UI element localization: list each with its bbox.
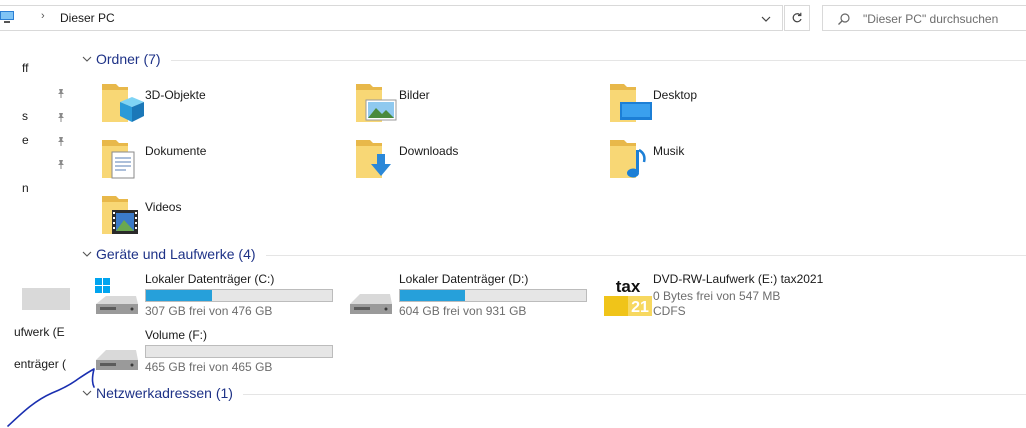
nav-item-5[interactable]: n: [22, 181, 29, 195]
folder-videos[interactable]: Videos: [78, 188, 328, 240]
refresh-button[interactable]: [784, 5, 810, 31]
address-bar-row: › Dieser PC "Dieser PC" durchsuchen: [0, 0, 1026, 36]
navigation-pane: ff s e n ufwerk (E enträger (: [0, 36, 78, 428]
pin-icon: [58, 137, 64, 146]
tax-disc-icon: tax 21: [604, 277, 652, 316]
nav-item-pinned-2[interactable]: s: [22, 109, 28, 123]
drive-f[interactable]: Volume (F:) 465 GB frei von 465 GB: [78, 328, 333, 380]
breadcrumb-current[interactable]: Dieser PC: [60, 11, 115, 25]
pin-icon: [58, 89, 64, 98]
videos-folder-icon: [102, 196, 138, 234]
group-divider: [242, 393, 1026, 395]
chevron-down-icon[interactable]: [81, 248, 93, 260]
drive-filesystem: CDFS: [653, 304, 686, 318]
folder-label: Desktop: [653, 88, 698, 102]
this-pc-icon: [0, 11, 14, 23]
folder-desktop[interactable]: Desktop: [586, 76, 836, 128]
group-header-network[interactable]: Netzwerkadressen (1): [78, 383, 1026, 403]
folder-3d-objects[interactable]: 3D-Objekte: [78, 76, 328, 128]
3d-objects-folder-icon: [102, 84, 144, 122]
folder-downloads[interactable]: Downloads: [332, 132, 582, 184]
folder-label: Musik: [653, 144, 685, 158]
content-pane: Ordner (7) 3D-Objekte Bilder Desktop Dok…: [78, 36, 1026, 428]
drive-name: Volume (F:): [145, 328, 208, 342]
group-divider: [170, 59, 1026, 61]
group-title: Ordner (7): [96, 51, 161, 67]
folder-label: Downloads: [399, 144, 459, 158]
music-folder-icon: [610, 140, 646, 178]
search-placeholder: "Dieser PC" durchsuchen: [863, 12, 999, 26]
drive-free-space: 604 GB frei von 931 GB: [399, 304, 527, 318]
group-divider: [265, 254, 1026, 256]
address-bar[interactable]: › Dieser PC: [0, 5, 783, 31]
folder-label: Videos: [145, 200, 182, 214]
chevron-down-icon[interactable]: [759, 13, 773, 25]
folder-documents[interactable]: Dokumente: [78, 132, 328, 184]
drive-free-space: 0 Bytes frei von 547 MB: [653, 289, 781, 303]
nav-item-dvd-drive[interactable]: ufwerk (E: [14, 325, 65, 339]
drive-d[interactable]: Lokaler Datenträger (D:) 604 GB frei von…: [332, 272, 587, 324]
folder-label: Dokumente: [145, 144, 207, 158]
search-icon: [838, 13, 850, 25]
search-input[interactable]: "Dieser PC" durchsuchen: [822, 5, 1026, 31]
drive-usage-bar: [145, 345, 333, 358]
group-title: Geräte und Laufwerke (4): [96, 246, 256, 262]
group-header-drives[interactable]: Geräte und Laufwerke (4): [78, 244, 1026, 264]
nav-item-local-drive[interactable]: enträger (: [14, 357, 66, 371]
drive-usage-bar: [399, 289, 587, 302]
svg-text:21: 21: [631, 299, 649, 316]
drive-name: Lokaler Datenträger (D:): [399, 272, 529, 286]
pin-icon: [58, 113, 64, 122]
pictures-folder-icon: [356, 84, 397, 122]
refresh-icon: [792, 12, 802, 23]
folder-pictures[interactable]: Bilder: [332, 76, 582, 128]
pin-icon: [58, 160, 64, 169]
group-header-folders[interactable]: Ordner (7): [78, 49, 1026, 69]
windows-drive-icon: [95, 278, 138, 314]
chevron-down-icon[interactable]: [81, 387, 93, 399]
drive-free-space: 465 GB frei von 465 GB: [145, 360, 273, 374]
desktop-folder-icon: [610, 84, 652, 122]
drive-name: DVD-RW-Laufwerk (E:) tax2021: [653, 272, 824, 286]
drive-usage-fill: [400, 290, 466, 301]
group-title: Netzwerkadressen (1): [96, 385, 233, 401]
hard-drive-icon: [96, 350, 138, 370]
drive-name: Lokaler Datenträger (C:): [145, 272, 275, 286]
drive-usage-fill: [146, 290, 213, 301]
nav-item-pinned-3[interactable]: e: [22, 133, 29, 147]
downloads-folder-icon: [356, 140, 391, 178]
nav-item-selected[interactable]: [22, 288, 70, 310]
hard-drive-icon: [350, 294, 392, 314]
folder-label: 3D-Objekte: [145, 88, 206, 102]
chevron-down-icon[interactable]: [81, 53, 93, 65]
documents-folder-icon: [102, 140, 135, 179]
nav-item-quick-access[interactable]: ff: [22, 61, 28, 75]
drive-usage-bar: [145, 289, 333, 302]
drive-free-space: 307 GB frei von 476 GB: [145, 304, 273, 318]
breadcrumb-separator: ›: [41, 10, 45, 22]
svg-text:tax: tax: [616, 277, 641, 296]
folder-music[interactable]: Musik: [586, 132, 836, 184]
folder-label: Bilder: [399, 88, 430, 102]
drive-e-dvd[interactable]: tax 21 DVD-RW-Laufwerk (E:) tax2021 0 By…: [586, 272, 836, 324]
drive-c[interactable]: Lokaler Datenträger (C:) 307 GB frei von…: [78, 272, 333, 324]
